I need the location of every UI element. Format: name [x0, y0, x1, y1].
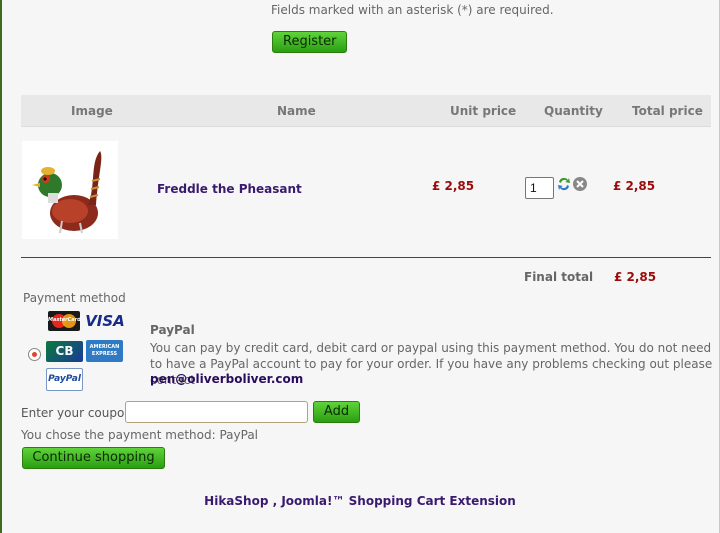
page-frame-left-border: [0, 0, 2, 533]
coupon-label: Enter your coupon: [21, 406, 132, 420]
item-total-price: £ 2,85: [613, 179, 656, 193]
product-name-link[interactable]: Freddle the Pheasant: [157, 182, 302, 196]
cart-separator: [21, 257, 711, 258]
remove-item-icon[interactable]: [572, 176, 588, 192]
column-header-name: Name: [277, 104, 316, 118]
column-header-quantity: Quantity: [544, 104, 603, 118]
refresh-icon[interactable]: [556, 176, 572, 192]
paypal-radio[interactable]: [28, 348, 41, 361]
payment-method-label: Payment method: [23, 291, 126, 305]
final-total-value: £ 2,85: [614, 270, 657, 284]
mastercard-logo: MasterCard: [48, 311, 81, 331]
visa-logo: VISA: [85, 312, 125, 330]
pheasant-toy-image[interactable]: [22, 141, 118, 239]
column-header-image: Image: [71, 104, 113, 118]
chosen-payment-text: You chose the payment method: PayPal: [21, 428, 259, 442]
add-coupon-button[interactable]: Add: [313, 401, 360, 423]
register-button[interactable]: Register: [272, 31, 347, 53]
continue-shopping-button[interactable]: Continue shopping: [22, 447, 165, 469]
cb-card-logo: CB: [46, 341, 83, 362]
footer-credit-link[interactable]: HikaShop , Joomla!™ Shopping Cart Extens…: [0, 494, 720, 508]
required-fields-note: Fields marked with an asterisk (*) are r…: [271, 3, 554, 17]
payment-method-title: PayPal: [150, 323, 195, 337]
paypal-logo: PayPal: [46, 368, 83, 391]
column-header-total-price: Total price: [632, 104, 703, 118]
cart-header-row: Image Name Unit price Quantity Total pri…: [21, 95, 711, 127]
quantity-input[interactable]: [525, 177, 554, 199]
coupon-input[interactable]: [125, 401, 308, 423]
final-total-label: Final total: [524, 270, 594, 284]
cart-table: Image Name Unit price Quantity Total pri…: [21, 95, 711, 257]
contact-email: pen@oliverboliver.com: [150, 372, 304, 386]
american-express-logo: AMERICAN EXPRESS: [86, 340, 123, 362]
cart-item-row: Freddle the Pheasant £ 2,85 £ 2,85: [21, 127, 711, 257]
unit-price: £ 2,85: [432, 179, 475, 193]
column-header-unit-price: Unit price: [450, 104, 517, 118]
